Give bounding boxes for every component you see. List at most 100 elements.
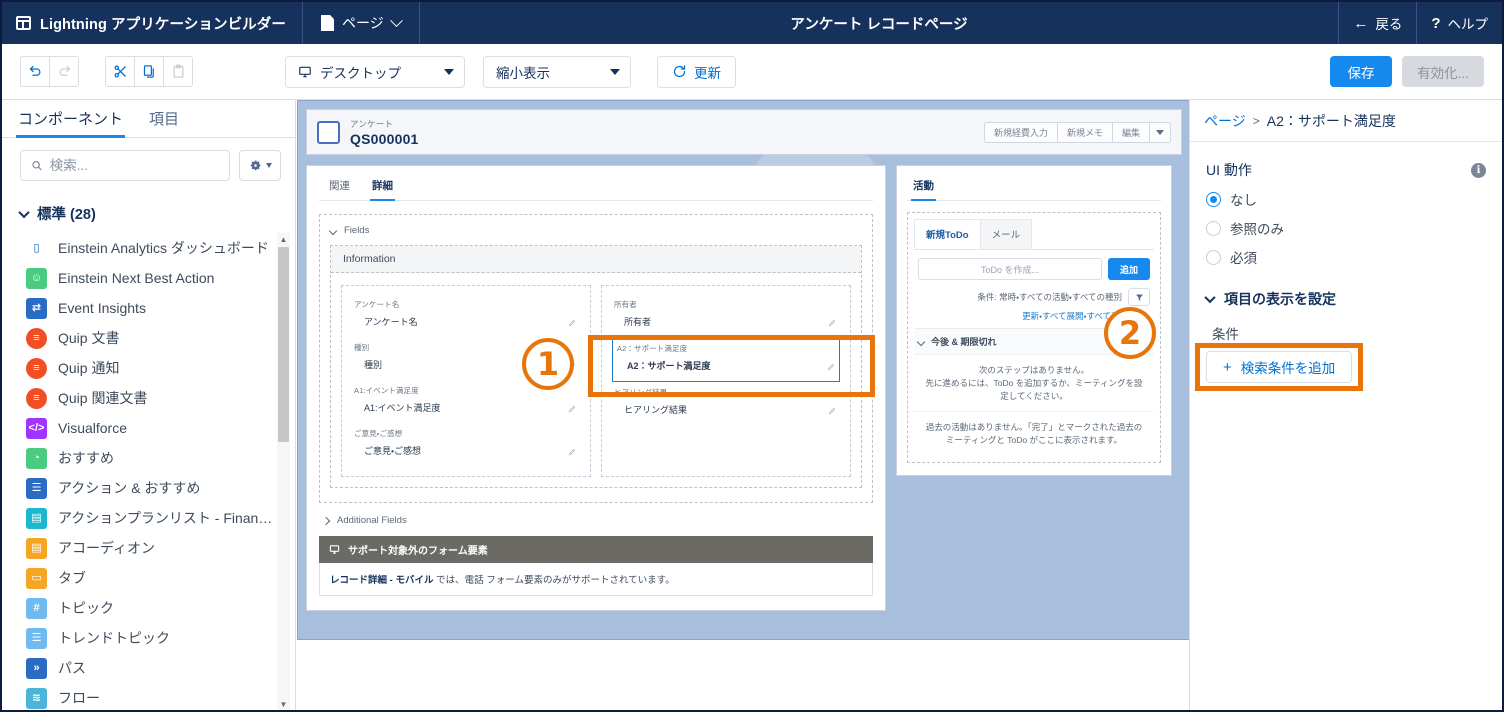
copy-icon: [143, 65, 154, 78]
record-tab-details[interactable]: 詳細: [370, 178, 395, 201]
information-card-header: Information: [331, 246, 861, 273]
component-list-item[interactable]: ▤ アコーディオン: [26, 533, 273, 563]
component-list-item[interactable]: ≡ Quip 文書: [26, 323, 273, 353]
search-input[interactable]: [49, 158, 219, 173]
radio-option-required[interactable]: 必須: [1206, 247, 1486, 267]
activate-button[interactable]: 有効化...: [1402, 56, 1484, 87]
unsupported-rest-text: では、電話 フォーム要素のみがサポートされています。: [433, 575, 675, 586]
information-card[interactable]: Information アンケート名 アンケート名 種別 種別 A1:イベント満足度 A1…: [330, 245, 862, 488]
field-item[interactable]: 所有者 所有者: [612, 294, 840, 337]
component-list-item[interactable]: ▤ アクションプランリスト - Financi...: [26, 503, 273, 533]
desktop-icon: [329, 545, 340, 554]
component-list-item[interactable]: ≡ Quip 通知: [26, 353, 273, 383]
device-selector[interactable]: デスクトップ: [285, 55, 465, 88]
radio-icon-required[interactable]: [1206, 249, 1221, 265]
toolbar-actions: 保存 有効化...: [1330, 56, 1502, 87]
undo-button[interactable]: [20, 56, 50, 87]
scroll-up-arrow-icon[interactable]: ▲: [277, 233, 290, 245]
page-canvas: アンケート QS000001 新規経費入力 新規メモ 編集 関連 詳細 Fiel…: [297, 100, 1189, 710]
component-list-item-label: アクションプランリスト - Financi...: [58, 510, 273, 526]
record-action-new-note[interactable]: 新規メモ: [1056, 121, 1113, 143]
paste-button[interactable]: [163, 56, 193, 87]
component-list-item-label: トレンドトピック: [58, 630, 170, 646]
record-highlights-panel[interactable]: アンケート QS000001 新規経費入力 新規メモ 編集: [306, 109, 1182, 155]
component-list-item[interactable]: ▭ タブ: [26, 563, 273, 593]
info-icon[interactable]: i: [1471, 162, 1486, 178]
undo-icon: [29, 65, 40, 76]
todo-input[interactable]: ToDo を作成...: [918, 258, 1102, 280]
record-action-more-button[interactable]: [1149, 121, 1171, 143]
component-list-item[interactable]: # トピック: [26, 593, 273, 623]
component-list-item[interactable]: ☰ トレンドトピック: [26, 623, 273, 653]
zoom-selector-value: 縮小表示: [496, 65, 550, 81]
chevron-down-icon: [1156, 129, 1164, 135]
activity-filter-button[interactable]: [1128, 288, 1150, 306]
breadcrumb: ページ > A2：サポート満足度: [1190, 100, 1502, 142]
component-group-standard[interactable]: 標準 (28): [2, 191, 295, 233]
fields-collapse-toggle[interactable]: Fields: [328, 225, 862, 236]
copy-button[interactable]: [134, 56, 164, 87]
component-list-item[interactable]: </> Visualforce: [26, 413, 273, 443]
scrollbar-thumb[interactable]: [278, 247, 289, 442]
activity-empty-next-line1: 次のステップはありません。: [978, 365, 1090, 375]
page-menu-button[interactable]: ページ: [303, 2, 419, 44]
field-visibility-toggle[interactable]: 項目の表示を設定: [1204, 289, 1486, 309]
field-item[interactable]: アンケート名 アンケート名: [352, 294, 580, 337]
fields-region[interactable]: Fields Information アンケート名 アンケート名 種別 種別 A1:イベ…: [319, 214, 873, 503]
sidebar-scrollbar[interactable]: ▲ ▼: [277, 233, 290, 710]
arrow-left-icon: ←: [1353, 14, 1369, 32]
radio-option-none[interactable]: なし: [1206, 189, 1486, 209]
left-sidebar: コンポーネント 項目 標準 (28): [2, 100, 296, 710]
additional-fields-toggle[interactable]: Additional Fields: [319, 503, 873, 536]
add-filter-button[interactable]: + 検索条件を追加: [1206, 351, 1353, 383]
refresh-button[interactable]: 更新: [657, 55, 736, 88]
help-button[interactable]: ? ヘルプ: [1417, 2, 1502, 44]
component-list-item[interactable]: » パス: [26, 653, 273, 683]
todo-add-button[interactable]: 追加: [1108, 258, 1150, 280]
tab-fields[interactable]: 項目: [147, 100, 181, 137]
field-item[interactable]: ご意見・ご感想 ご意見・ご感想: [352, 423, 580, 466]
component-list-item[interactable]: ≡ Quip 関連文書: [26, 383, 273, 413]
save-button[interactable]: 保存: [1330, 56, 1392, 87]
cut-button[interactable]: [105, 56, 135, 87]
breadcrumb-root[interactable]: ページ: [1204, 111, 1246, 131]
activity-subtab-email[interactable]: メール: [979, 219, 1033, 249]
activity-tab[interactable]: 活動: [911, 178, 936, 201]
tab-components[interactable]: コンポーネント: [16, 100, 126, 138]
condition-label: 条件: [1212, 327, 1239, 342]
zoom-selector[interactable]: 縮小表示: [483, 55, 631, 88]
scroll-down-arrow-icon[interactable]: ▼: [277, 698, 290, 710]
search-field-wrapper[interactable]: [20, 150, 230, 181]
component-list-item-label: Quip 文書: [58, 330, 120, 346]
record-action-edit[interactable]: 編集: [1111, 121, 1150, 143]
redo-button[interactable]: [49, 56, 79, 87]
field-item[interactable]: ヒアリング結果 ヒアリング結果: [612, 382, 840, 425]
callout-marker-1: 1: [522, 338, 574, 390]
canvas-columns: 関連 詳細 Fields Information アンケート名 アンケート名 種別種…: [306, 165, 1182, 611]
radio-icon-readonly[interactable]: [1206, 220, 1221, 236]
record-object-label: アンケート: [350, 118, 394, 129]
record-action-new-expense[interactable]: 新規経費入力: [983, 121, 1058, 143]
canvas-preview: アンケート QS000001 新規経費入力 新規メモ 編集 関連 詳細 Fiel…: [297, 100, 1189, 640]
insight-icon: ⇄: [26, 297, 47, 319]
component-list-item[interactable]: ⇄ Event Insights: [26, 293, 273, 323]
activity-subtab-new-task[interactable]: 新規ToDo: [914, 219, 981, 249]
redo-icon: [59, 65, 70, 76]
sidebar-settings-button[interactable]: [239, 150, 281, 181]
component-list-item[interactable]: ☺ Einstein Next Best Action: [26, 263, 273, 293]
quip-icon: ≡: [26, 327, 47, 349]
back-button[interactable]: ← 戻る: [1339, 2, 1416, 44]
component-list-item[interactable]: ≋ フロー: [26, 683, 273, 710]
radio-option-readonly[interactable]: 参照のみ: [1206, 218, 1486, 238]
gear-icon: [250, 160, 261, 171]
quip-icon: ≡: [26, 387, 47, 409]
record-tab-related[interactable]: 関連: [329, 178, 350, 200]
pencil-icon: [828, 319, 836, 327]
component-list-item[interactable]: ◔ おすすめ: [26, 443, 273, 473]
radio-icon-none[interactable]: [1206, 191, 1221, 207]
component-list-item[interactable]: ☰ アクション & おすすめ: [26, 473, 273, 503]
add-filter-wrapper: + 検索条件を追加: [1195, 343, 1364, 391]
field-item-selected[interactable]: A2：サポート満足度 A2：サポート満足度: [612, 337, 840, 382]
component-list-item[interactable]: ▯ Einstein Analytics ダッシュボード: [26, 233, 273, 263]
pencil-icon: [827, 363, 835, 371]
